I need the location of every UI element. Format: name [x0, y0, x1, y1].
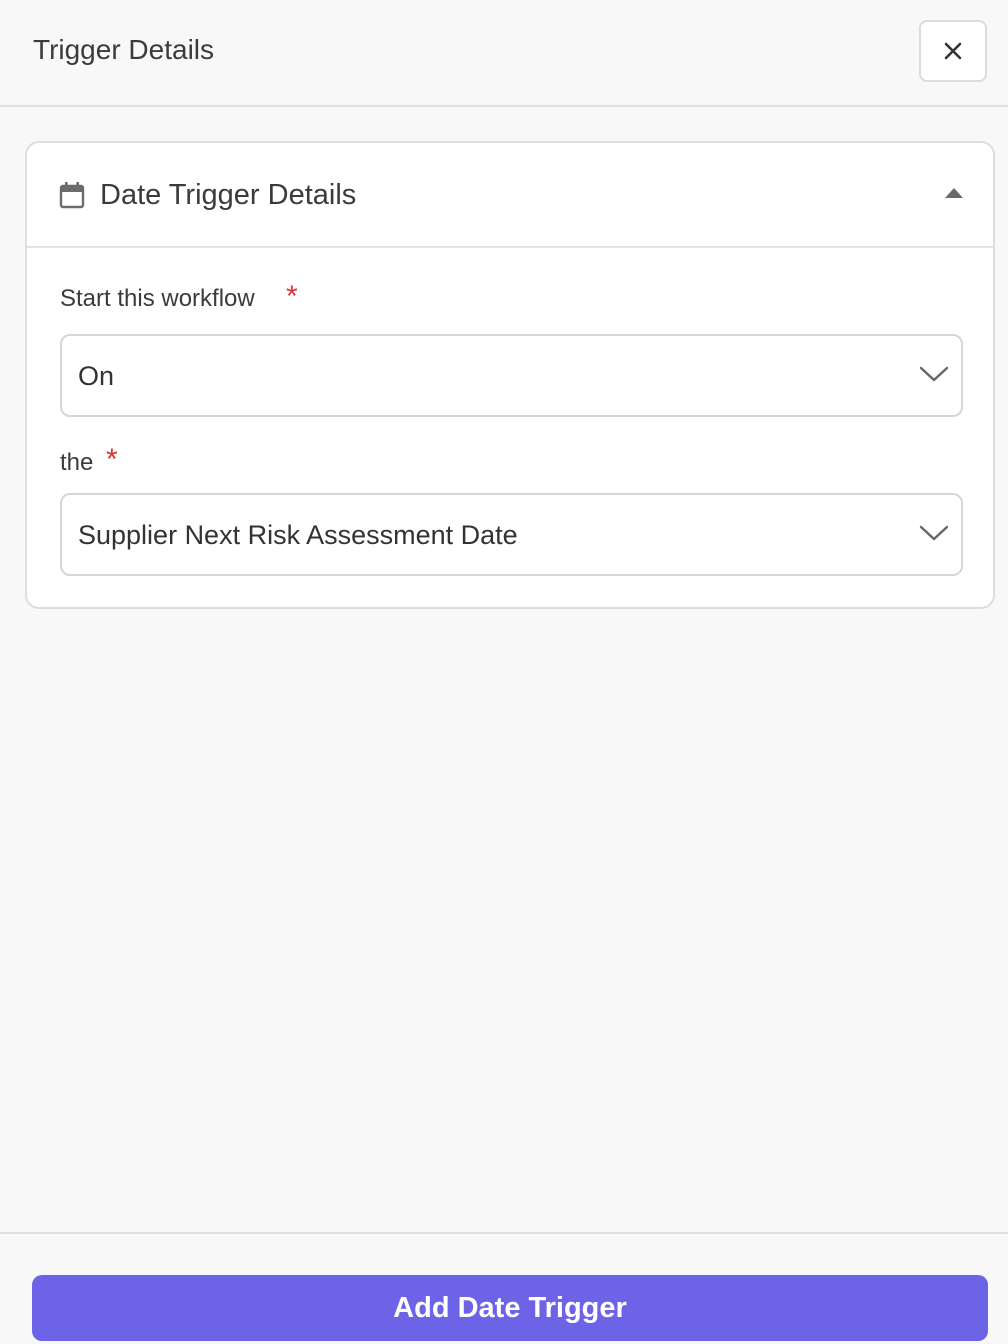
- panel-footer: Add Date Trigger: [0, 1232, 1008, 1344]
- date-field-select[interactable]: Supplier Next Risk Assessment Date: [60, 493, 963, 576]
- close-button[interactable]: [919, 20, 987, 82]
- panel-header: Trigger Details: [0, 0, 1008, 107]
- caret-up-icon[interactable]: [945, 188, 963, 198]
- add-date-trigger-button[interactable]: Add Date Trigger: [32, 1275, 988, 1341]
- card-title: Date Trigger Details: [100, 179, 357, 211]
- start-workflow-value: On: [78, 361, 115, 391]
- start-workflow-label: Start this workflow: [60, 285, 255, 312]
- start-workflow-select[interactable]: On: [60, 334, 963, 417]
- date-field-value: Supplier Next Risk Assessment Date: [78, 520, 518, 550]
- calendar-icon: [59, 182, 85, 209]
- panel-title: Trigger Details: [33, 34, 215, 65]
- date-trigger-card-header[interactable]: Date Trigger Details: [27, 143, 993, 248]
- required-asterisk: *: [106, 443, 118, 476]
- chevron-down-icon: [919, 366, 949, 382]
- date-field-label: the: [60, 449, 94, 476]
- required-asterisk: *: [286, 280, 298, 313]
- trigger-details-panel: Trigger Details Date Trigger Details Sta…: [0, 0, 1008, 1344]
- date-trigger-card: Date Trigger Details Start this workflow…: [25, 141, 995, 609]
- chevron-down-icon: [919, 525, 949, 541]
- close-icon: [944, 42, 962, 60]
